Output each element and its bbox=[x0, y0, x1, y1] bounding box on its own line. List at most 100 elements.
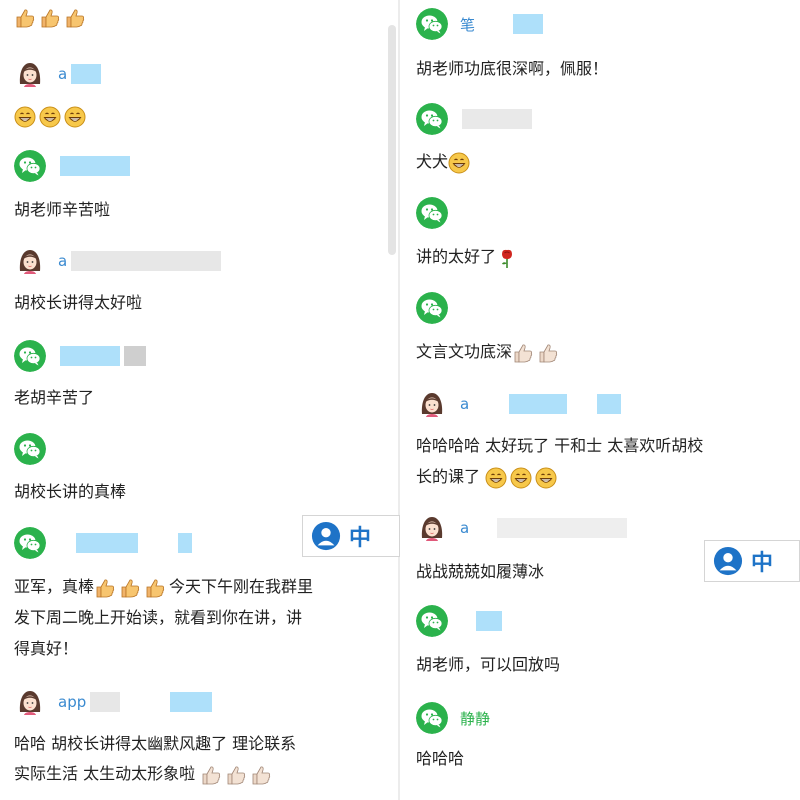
redacted-name bbox=[90, 692, 121, 712]
redacted-name bbox=[60, 156, 130, 176]
message-header bbox=[14, 340, 146, 372]
message-header: app bbox=[14, 686, 213, 718]
message-text-part: 亚军，真棒 bbox=[14, 577, 95, 596]
grin-emoji-icon bbox=[535, 467, 557, 489]
message-text: 亚军，真棒 今天下午刚在我群里 bbox=[14, 572, 313, 602]
grin-emoji-icon bbox=[14, 106, 36, 128]
message-text-line: 哈哈哈哈 太好玩了 干和士 太喜欢听胡校 bbox=[416, 436, 704, 455]
message-text-part: 长的课了 bbox=[416, 467, 481, 486]
message-header bbox=[416, 292, 448, 324]
redacted-name bbox=[60, 346, 120, 366]
sender-name[interactable]: a bbox=[58, 65, 67, 83]
message-header bbox=[14, 527, 192, 559]
message-text: 胡老师功底很深啊，佩服！ bbox=[416, 59, 609, 78]
wechat-avatar-icon[interactable] bbox=[14, 527, 46, 559]
message-text-part: 犬犬 bbox=[416, 152, 449, 171]
message-text-part: 实际生活 太生动太形象啦 bbox=[14, 764, 196, 783]
message-text-part: 讲的太好了 bbox=[416, 247, 497, 266]
redacted-name bbox=[71, 251, 222, 271]
ime-mode-label[interactable]: 中 bbox=[349, 520, 371, 552]
chat-column-left: a 胡老师辛苦啦 a 胡校长讲得太好啦 老胡辛苦了 胡校长讲的真棒 亚军，真棒 今… bbox=[0, 0, 398, 800]
rose-icon bbox=[496, 247, 518, 269]
wechat-avatar-icon[interactable] bbox=[14, 150, 46, 182]
thumbs-up-icon bbox=[64, 7, 86, 29]
wechat-avatar-icon[interactable] bbox=[416, 702, 448, 734]
sender-name[interactable]: app bbox=[58, 693, 86, 711]
wechat-avatar-icon[interactable] bbox=[416, 197, 448, 229]
girl-avatar-icon[interactable] bbox=[416, 512, 448, 544]
grin-emoji-icon bbox=[485, 467, 507, 489]
redacted-name bbox=[509, 394, 568, 414]
wechat-avatar-icon[interactable] bbox=[416, 605, 448, 637]
message-header bbox=[416, 197, 448, 229]
redacted-name bbox=[513, 14, 544, 34]
redacted-name bbox=[476, 611, 502, 631]
ime-toolbar[interactable]: 中 bbox=[302, 515, 400, 557]
message-header: a bbox=[416, 512, 628, 544]
wechat-avatar-icon[interactable] bbox=[416, 103, 448, 135]
redacted-name bbox=[170, 692, 213, 712]
message-text-part: 今天下午刚在我群里 bbox=[169, 577, 314, 596]
message-header bbox=[416, 103, 532, 135]
message-text: 长的课了 bbox=[416, 462, 560, 492]
message-text: 文言文功底深 bbox=[416, 337, 562, 367]
message-text: 讲的太好了 bbox=[416, 242, 521, 272]
message-text: 胡老师，可以回放吗 bbox=[416, 655, 561, 674]
message-text-line: 发下周二晚上开始读，就看到你在讲，讲 bbox=[14, 608, 303, 627]
redacted-name bbox=[76, 533, 138, 553]
message-header: 笔 bbox=[416, 8, 544, 40]
thumbs-up-icon bbox=[144, 577, 166, 599]
grin-emoji-icon bbox=[510, 467, 532, 489]
message-text: 实际生活 太生动太形象啦 bbox=[14, 759, 275, 789]
message-text: 胡校长讲得太好啦 bbox=[14, 293, 143, 312]
redacted-name bbox=[597, 394, 622, 414]
message-header: a bbox=[14, 58, 102, 90]
thumbs-up-icon bbox=[512, 342, 534, 364]
message-text-part: 文言文功底深 bbox=[416, 342, 513, 361]
message-text-line: 得真好！ bbox=[14, 639, 79, 658]
message-header bbox=[14, 150, 130, 182]
thumbs-up-icon bbox=[250, 764, 272, 786]
sender-name[interactable]: a bbox=[460, 519, 469, 537]
message-text: 老胡辛苦了 bbox=[14, 388, 95, 407]
redacted-name bbox=[124, 346, 146, 366]
redacted-name bbox=[71, 64, 102, 84]
girl-avatar-icon[interactable] bbox=[416, 388, 448, 420]
thumbs-up-icon bbox=[14, 7, 36, 29]
user-icon[interactable] bbox=[713, 546, 743, 576]
girl-avatar-icon[interactable] bbox=[14, 686, 46, 718]
sender-name[interactable]: 笔 bbox=[460, 14, 475, 35]
message-body bbox=[14, 101, 89, 131]
message-header bbox=[416, 605, 502, 637]
redacted-name bbox=[178, 533, 192, 553]
redacted-name bbox=[497, 518, 628, 538]
thumbs-up-icon bbox=[94, 577, 116, 599]
wechat-avatar-icon[interactable] bbox=[14, 433, 46, 465]
scrollbar-left[interactable] bbox=[388, 25, 396, 255]
grin-emoji-icon bbox=[448, 152, 470, 174]
message-header: 静静 bbox=[416, 702, 490, 734]
sender-name[interactable]: a bbox=[58, 252, 67, 270]
message-header: a bbox=[416, 388, 622, 420]
top-reaction bbox=[14, 2, 89, 32]
message-text-line: 哈哈 胡校长讲得太幽默风趣了 理论联系 bbox=[14, 734, 297, 753]
thumbs-up-icon bbox=[39, 7, 61, 29]
wechat-avatar-icon[interactable] bbox=[416, 292, 448, 324]
user-icon[interactable] bbox=[311, 521, 341, 551]
wechat-avatar-icon[interactable] bbox=[416, 8, 448, 40]
ime-toolbar[interactable]: 中 bbox=[704, 540, 800, 582]
message-header bbox=[14, 433, 46, 465]
sender-name[interactable]: a bbox=[460, 395, 469, 413]
message-text: 哈哈哈 bbox=[416, 749, 465, 768]
girl-avatar-icon[interactable] bbox=[14, 245, 46, 277]
grin-emoji-icon bbox=[39, 106, 61, 128]
wechat-avatar-icon[interactable] bbox=[14, 340, 46, 372]
thumbs-up-icon bbox=[225, 764, 247, 786]
ime-mode-label[interactable]: 中 bbox=[751, 545, 773, 577]
message-text: 胡老师辛苦啦 bbox=[14, 200, 111, 219]
sender-name[interactable]: 静静 bbox=[460, 708, 490, 729]
girl-avatar-icon[interactable] bbox=[14, 58, 46, 90]
message-text: 战战兢兢如履薄冰 bbox=[416, 562, 545, 581]
thumbs-up-icon bbox=[119, 577, 141, 599]
message-header: a bbox=[14, 245, 222, 277]
